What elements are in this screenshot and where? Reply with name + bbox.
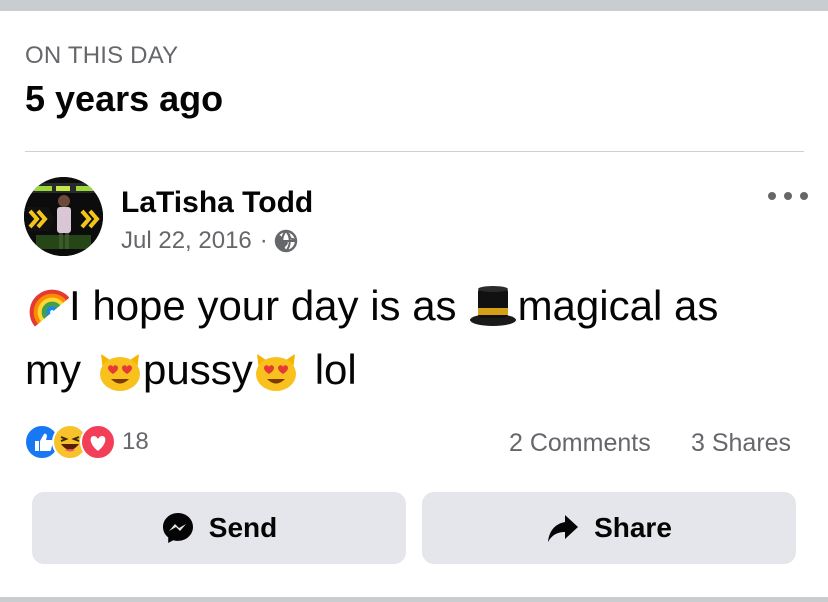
more-dot (784, 192, 792, 200)
more-dot (800, 192, 808, 200)
share-button-label: Share (594, 512, 672, 543)
shares-count-link[interactable]: 3 Shares (691, 429, 791, 458)
send-button-label: Send (208, 512, 278, 543)
divider (25, 151, 804, 152)
reaction-count: 18 (122, 428, 149, 455)
post-meta: Jul 22, 2016 · (121, 227, 298, 255)
share-arrow-icon (548, 515, 579, 542)
post-date[interactable]: Jul 22, 2016 (121, 227, 252, 255)
more-dot (768, 192, 776, 200)
heart-eyes-cat-emoji-icon (100, 354, 140, 391)
top-hat-emoji-icon (469, 286, 516, 326)
post-text-line: my pussy lol (25, 338, 805, 402)
post-text-segment: I hope your day is as (69, 282, 457, 329)
reactions-summary[interactable]: 18 (24, 424, 149, 460)
messenger-icon (162, 513, 193, 543)
send-button[interactable]: Send (32, 492, 406, 564)
meta-separator: · (259, 227, 268, 254)
avatar-image (24, 177, 103, 256)
heart-eyes-cat-emoji-icon (255, 354, 296, 391)
share-button[interactable]: Share (422, 492, 796, 564)
comments-count-link[interactable]: 2 Comments (509, 429, 651, 458)
post-text-line: I hope your day is as magical as (25, 274, 805, 338)
bottom-separator-bar (0, 597, 828, 602)
post-text-segment: my (25, 346, 81, 393)
rainbow-emoji-icon (29, 289, 69, 327)
top-separator-bar (0, 0, 828, 11)
post-author-name[interactable]: LaTisha Todd (121, 186, 313, 220)
love-reaction-icon (80, 424, 116, 460)
globe-icon (274, 229, 297, 253)
post-text-segment: lol (314, 346, 357, 393)
post-text-segment: pussy (143, 346, 253, 393)
memory-title: 5 years ago (25, 78, 224, 119)
memory-label: ON THIS DAY (25, 42, 179, 69)
post-text: I hope your day is as magical as my puss… (25, 274, 805, 402)
avatar[interactable] (24, 177, 103, 256)
post-text-segment: magical as (517, 282, 719, 329)
more-options-icon[interactable] (768, 186, 808, 206)
